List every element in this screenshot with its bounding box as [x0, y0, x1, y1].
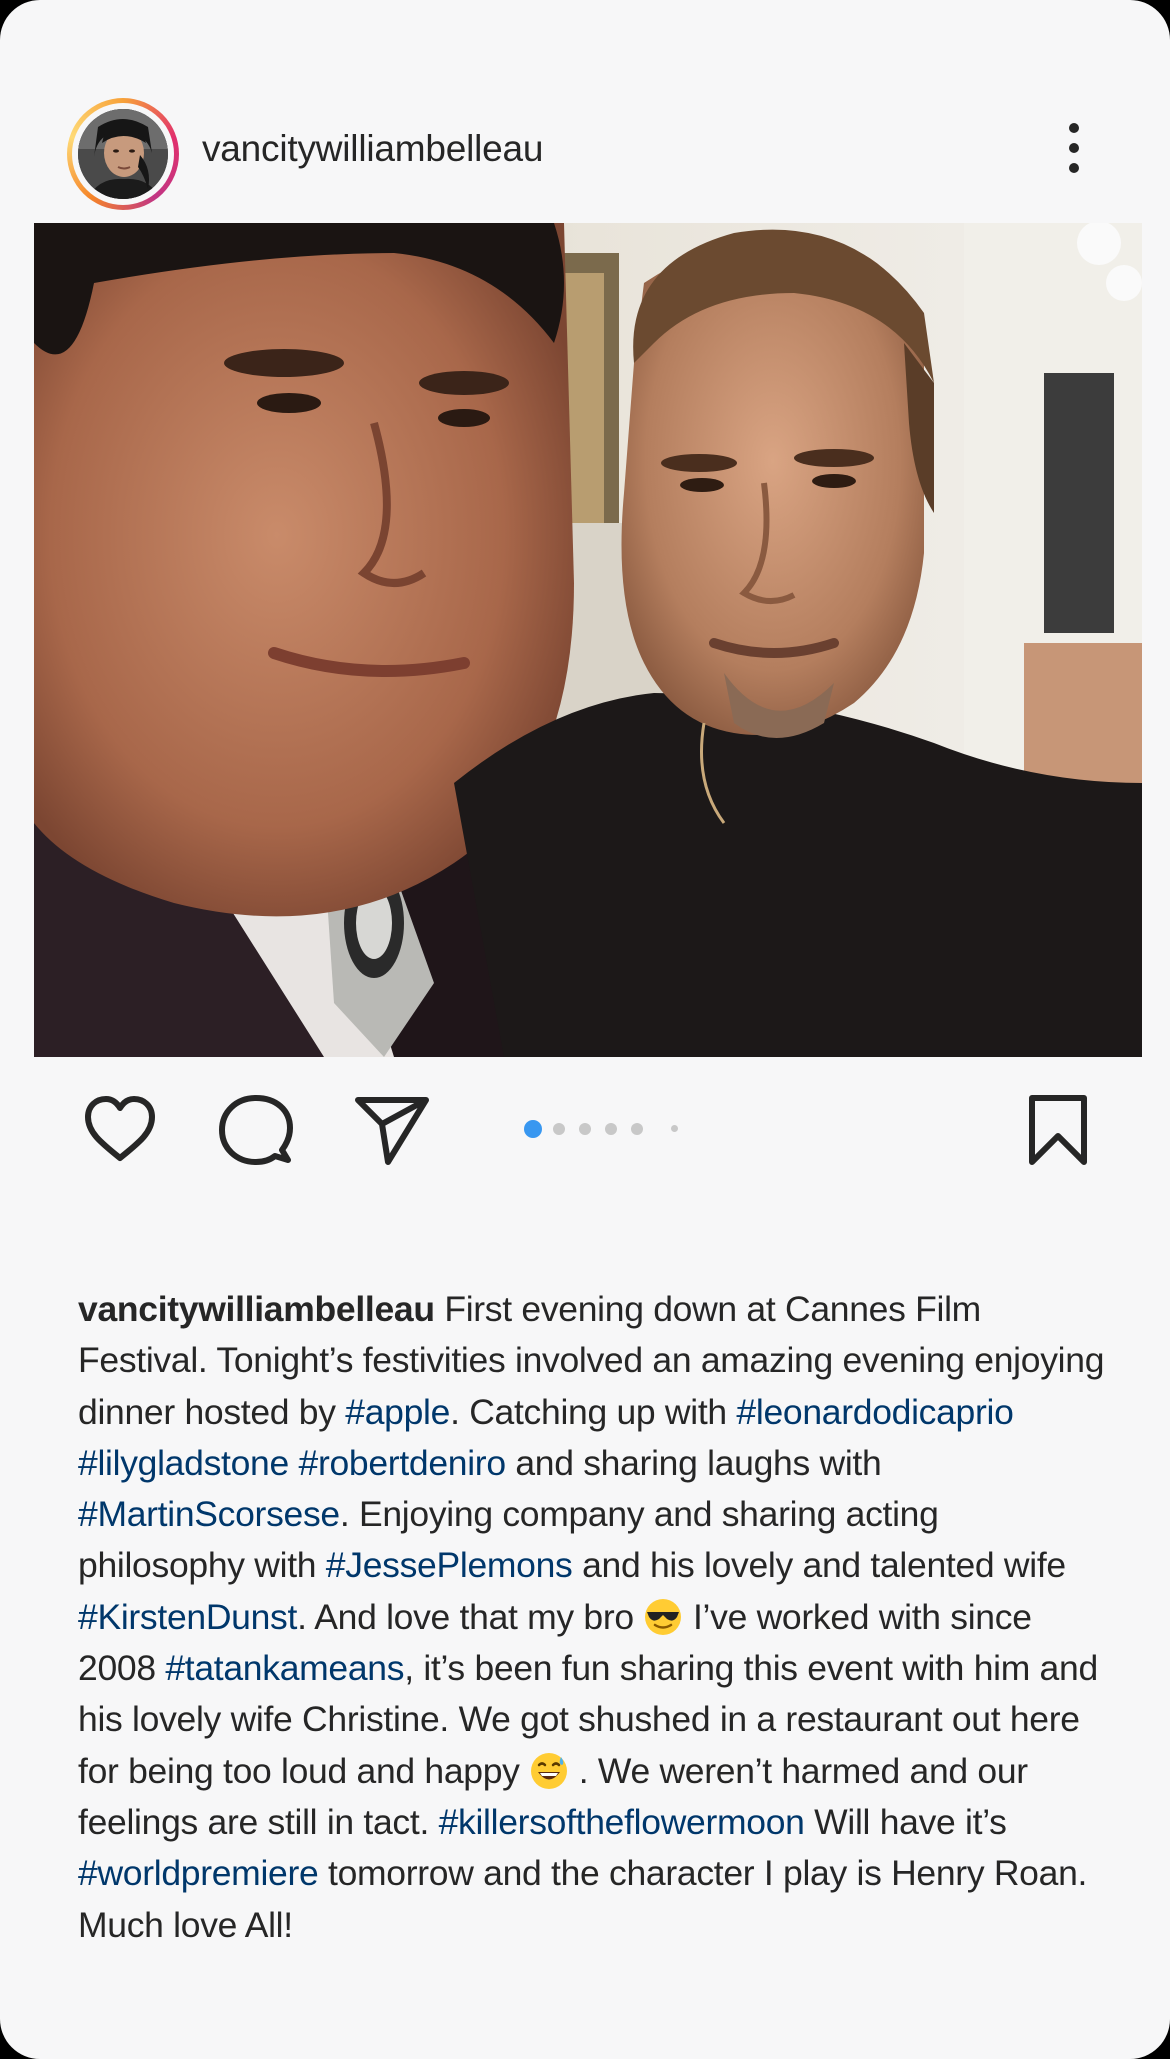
hashtag-link[interactable]: #MartinScorsese	[78, 1494, 340, 1534]
hashtag-link[interactable]: #JessePlemons	[326, 1545, 573, 1585]
more-vertical-icon[interactable]	[1056, 118, 1092, 178]
carousel-dot-active	[524, 1120, 542, 1138]
hashtag-link[interactable]: #tatankameans	[165, 1648, 404, 1688]
post-username[interactable]: vancitywilliambelleau	[202, 128, 543, 170]
comment-icon[interactable]	[216, 1090, 296, 1170]
hashtag-link[interactable]: #worldpremiere	[78, 1853, 319, 1893]
caption-text: and his lovely and talented wife	[572, 1545, 1066, 1586]
caption-text: Will have it’s	[804, 1801, 1007, 1842]
hashtag-link[interactable]: #apple	[345, 1392, 450, 1432]
post-header: vancitywilliambelleau	[0, 88, 1170, 210]
photo-illustration	[34, 223, 1142, 1057]
caption-text: and sharing laughs with	[505, 1442, 882, 1483]
post-card: vancitywilliambelleau vancitywilliambell…	[0, 0, 1170, 2059]
carousel-dot	[671, 1125, 678, 1132]
hashtag-link[interactable]: #lilygladstone	[78, 1443, 289, 1483]
avatar[interactable]	[67, 98, 179, 210]
hashtag-link[interactable]: #leonardodicaprio	[736, 1392, 1013, 1432]
hashtag-link[interactable]: #robertdeniro	[299, 1443, 507, 1483]
post-caption: vancitywilliambelleau First evening down…	[78, 1284, 1108, 1951]
action-bar	[0, 1090, 1170, 1170]
caption-text: . Catching up with	[450, 1391, 737, 1432]
send-icon[interactable]	[352, 1090, 432, 1170]
heart-icon[interactable]	[80, 1090, 160, 1170]
caption-username[interactable]: vancitywilliambelleau	[78, 1289, 435, 1329]
hashtag-link[interactable]: #killersoftheflowermoon	[439, 1802, 805, 1842]
caption-text: . And love that my bro	[297, 1596, 644, 1637]
sunglasses-face-emoji-icon	[643, 1597, 683, 1637]
post-photo[interactable]	[34, 223, 1142, 1057]
grinning-sweat-emoji-icon	[529, 1751, 569, 1791]
carousel-dot	[605, 1123, 617, 1135]
carousel-dot	[553, 1123, 565, 1135]
bookmark-icon[interactable]	[1018, 1090, 1098, 1170]
hashtag-link[interactable]: #KirstenDunst	[78, 1597, 297, 1637]
carousel-dot	[631, 1123, 643, 1135]
avatar-photo	[78, 109, 168, 199]
caption-text	[289, 1443, 299, 1483]
carousel-dot	[579, 1123, 591, 1135]
